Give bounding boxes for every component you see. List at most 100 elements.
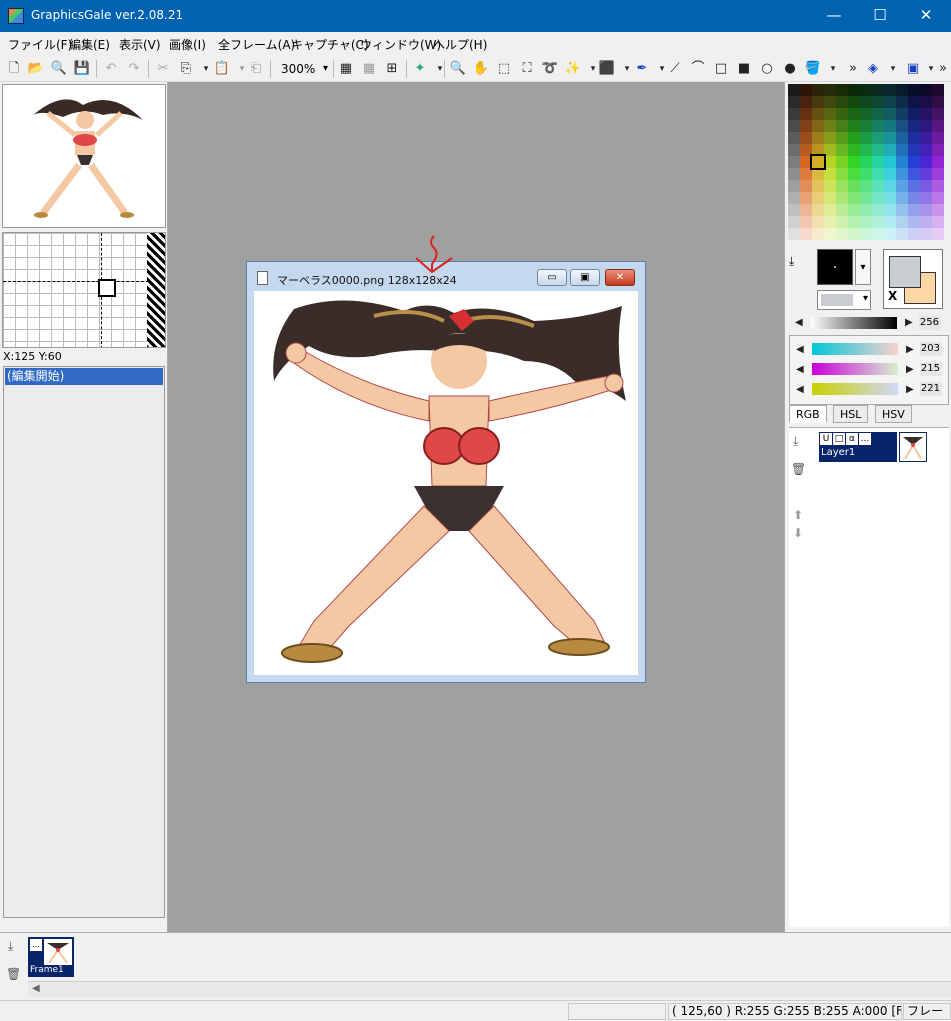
palette-swatch[interactable] [872, 96, 884, 108]
palette-swatch[interactable] [788, 84, 800, 96]
palette-swatch[interactable] [872, 192, 884, 204]
palette-swatch[interactable] [908, 96, 920, 108]
palette-swatch[interactable] [788, 180, 800, 192]
new-file-icon[interactable]: 🗋 [4, 59, 24, 79]
palette-swatch[interactable] [872, 168, 884, 180]
palette-swatch[interactable] [812, 216, 824, 228]
frame-trash-icon[interactable]: 🗑 [6, 967, 21, 981]
history-item[interactable]: (編集開始) [5, 368, 163, 385]
palette-swatch[interactable] [908, 228, 920, 240]
paste-icon[interactable]: 📋 [212, 59, 232, 79]
palette-swatch[interactable] [848, 204, 860, 216]
layer-visibility-icon[interactable]: U [820, 433, 832, 445]
palette-swatch[interactable] [896, 144, 908, 156]
close-button[interactable]: ✕ [903, 0, 949, 32]
palette-swatch[interactable] [836, 156, 848, 168]
palette-swatch[interactable] [800, 108, 812, 120]
palette-swatch[interactable] [872, 132, 884, 144]
menu-window[interactable]: ウィンドウ(W) [360, 36, 441, 53]
palette-swatch[interactable] [824, 108, 836, 120]
color-palette[interactable] [788, 84, 948, 246]
palette-swatch[interactable] [896, 108, 908, 120]
drawing-canvas[interactable] [254, 291, 638, 675]
palette-swatch[interactable] [860, 192, 872, 204]
palette-swatch[interactable] [920, 84, 932, 96]
palette-swatch[interactable] [788, 168, 800, 180]
palette-swatch[interactable] [860, 204, 872, 216]
swap-colors-icon[interactable]: X [888, 289, 897, 303]
stamp-icon[interactable]: ▣ [903, 59, 923, 79]
palette-swatch[interactable] [908, 132, 920, 144]
ellipse-icon[interactable]: ○ [757, 59, 777, 79]
maximize-button[interactable]: ☐ [857, 0, 903, 32]
palette-swatch[interactable] [812, 228, 824, 240]
palette-swatch[interactable] [908, 180, 920, 192]
palette-swatch[interactable] [872, 156, 884, 168]
shape-add-dropdown-icon[interactable]: ▾ [883, 59, 903, 79]
scroll-left-icon[interactable]: ◀ [32, 983, 40, 994]
filled-ellipse-icon[interactable]: ● [780, 59, 800, 79]
palette-swatch[interactable] [884, 120, 896, 132]
palette-swatch[interactable] [788, 108, 800, 120]
palette-swatch[interactable] [812, 204, 824, 216]
color-swatches[interactable]: X [883, 249, 943, 309]
save-icon[interactable]: 💾 [72, 59, 92, 79]
drawing-color-dropdown-icon[interactable]: ▾ [855, 249, 871, 285]
palette-swatch[interactable] [836, 144, 848, 156]
shape-add-icon[interactable]: ◈ [863, 59, 883, 79]
free-select-icon[interactable]: ⛶ [517, 59, 537, 79]
palette-swatch[interactable] [920, 180, 932, 192]
palette-swatch[interactable] [812, 108, 824, 120]
palette-swatch[interactable] [836, 120, 848, 132]
palette-swatch[interactable] [812, 192, 824, 204]
frame-item[interactable]: … Frame1 [28, 937, 74, 977]
palette-swatch[interactable] [920, 120, 932, 132]
palette-swatch[interactable] [884, 216, 896, 228]
palette-swatch[interactable] [788, 156, 800, 168]
menu-help[interactable]: ヘルプ(H) [433, 36, 487, 53]
palette-swatch[interactable] [920, 96, 932, 108]
palette-swatch[interactable] [810, 154, 826, 170]
layer-options-icon[interactable]: … [859, 433, 871, 445]
palette-swatch[interactable] [836, 204, 848, 216]
line-tool-icon[interactable]: ⟋ [665, 59, 685, 79]
filled-rectangle-icon[interactable]: ■ [734, 59, 754, 79]
palette-swatch[interactable] [908, 120, 920, 132]
palette-swatch[interactable] [896, 228, 908, 240]
palette-swatch[interactable] [896, 168, 908, 180]
palette-swatch[interactable] [872, 216, 884, 228]
foreground-color-swatch[interactable] [889, 256, 921, 288]
fill-bucket-icon[interactable]: 🪣 [803, 59, 823, 79]
palette-swatch[interactable] [896, 132, 908, 144]
b-slider[interactable] [812, 383, 898, 395]
magic-wand-icon[interactable]: ✨ [563, 59, 583, 79]
palette-swatch[interactable] [884, 96, 896, 108]
rect-select-icon[interactable]: ⬚ [494, 59, 514, 79]
menu-all-frames[interactable]: 全フレーム(A) [218, 36, 295, 53]
menu-edit[interactable]: 編集(E) [69, 36, 110, 53]
hand-tool-icon[interactable]: ✋ [471, 59, 491, 79]
copy-icon[interactable]: ⎘ [176, 59, 196, 79]
pick-icon[interactable]: ⤓ [789, 254, 794, 269]
color-picker-dropdown-icon[interactable]: ▾ [430, 59, 450, 79]
tab-rgb[interactable]: RGB [789, 405, 827, 423]
palette-swatch[interactable] [932, 108, 944, 120]
zoom-select[interactable]: 300% [274, 59, 330, 79]
palette-swatch[interactable] [824, 84, 836, 96]
palette-swatch[interactable] [860, 96, 872, 108]
secondary-color-select[interactable]: ▾ [817, 290, 871, 310]
palette-swatch[interactable] [860, 228, 872, 240]
g-slider-left-icon[interactable]: ◀ [796, 364, 804, 375]
palette-swatch[interactable] [920, 168, 932, 180]
palette-swatch[interactable] [824, 144, 836, 156]
palette-swatch[interactable] [860, 108, 872, 120]
palette-swatch[interactable] [824, 204, 836, 216]
palette-swatch[interactable] [800, 180, 812, 192]
frame-pick-icon[interactable]: ⤓ [8, 939, 13, 954]
palette-swatch[interactable] [908, 216, 920, 228]
palette-swatch[interactable] [824, 168, 836, 180]
palette-swatch[interactable] [920, 204, 932, 216]
palette-swatch[interactable] [896, 204, 908, 216]
cut-icon[interactable]: ✂ [153, 59, 173, 79]
palette-swatch[interactable] [788, 192, 800, 204]
